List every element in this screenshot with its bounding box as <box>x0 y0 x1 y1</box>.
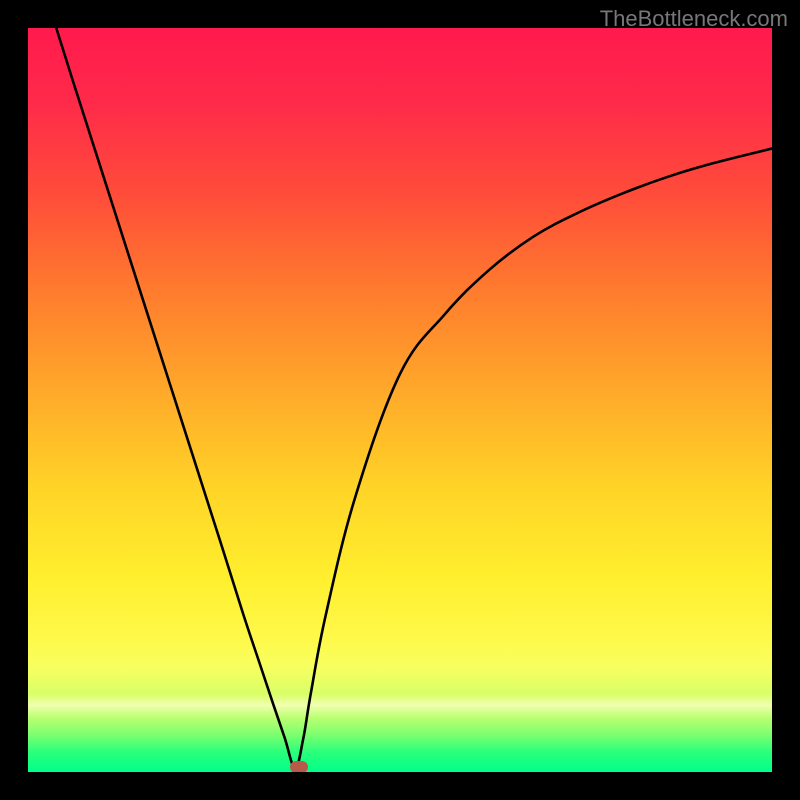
bottleneck-curve <box>56 28 772 768</box>
optimal-point-marker <box>290 761 308 772</box>
watermark-text: TheBottleneck.com <box>600 6 788 32</box>
curve-layer <box>28 28 772 772</box>
plot-area <box>28 28 772 772</box>
chart-container: TheBottleneck.com <box>0 0 800 800</box>
